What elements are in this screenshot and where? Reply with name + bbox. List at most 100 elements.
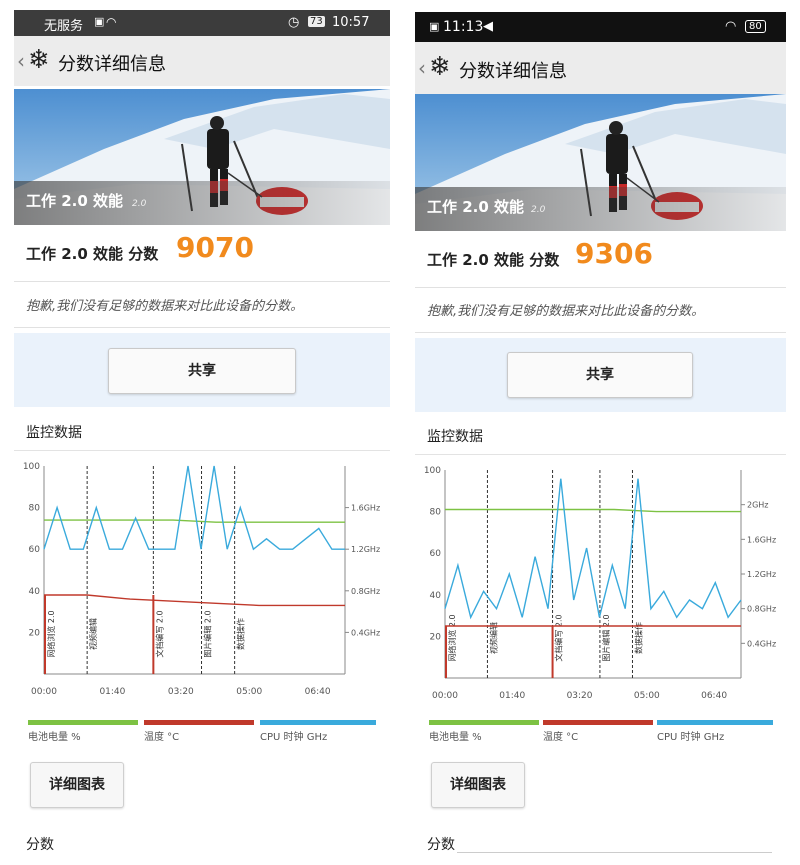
carrier-text: 无服务: [44, 19, 84, 34]
score-value: 9306: [575, 237, 653, 270]
y-left-tick-label: 40: [430, 591, 442, 601]
temperature-series-line: [44, 594, 345, 607]
snowflake-icon: ❄: [28, 45, 50, 75]
y-right-tick-label: 1.6GHz: [351, 504, 380, 513]
y-right-tick-label: 0.8GHz: [351, 587, 380, 596]
y-left-tick-label: 60: [29, 545, 41, 555]
cpu-series-line: [43, 465, 345, 551]
score-row: 工作 2.0 效能 分数 9070: [14, 225, 390, 282]
y-left-tick-label: 80: [430, 508, 442, 518]
legend-temp: 温度 °C: [543, 732, 579, 743]
y-left-tick-label: 20: [29, 628, 41, 638]
clock: 11:13: [443, 19, 484, 35]
score-row: 工作 2.0 效能 分数 9306: [415, 231, 786, 288]
y-left-tick-label: 100: [23, 462, 40, 472]
wifi-icon: ◠: [106, 15, 117, 29]
cpu-series-line: [444, 478, 742, 620]
monitor-chart: 100 80 60 40 20 2GHz 1.6GHz 1.2GHz 0.8GHz 0.4GHz 0…: [424, 466, 776, 701]
notice-text: 抱歉,我们没有足够的数据来对比此设备的分数。: [26, 299, 304, 314]
y-left-tick-label: 100: [424, 466, 441, 476]
comparison-notice: 抱歉,我们没有足够的数据来对比此设备的分数。: [415, 288, 786, 333]
x-tick-label: 01:40: [99, 687, 125, 697]
segment-label: 视频编辑: [488, 622, 498, 654]
notice-text: 抱歉,我们没有足够的数据来对比此设备的分数。: [427, 304, 705, 319]
hero-overlay-title: 工作 2.0 效能: [427, 198, 525, 216]
monitor-chart: 100 80 60 40 20 1.6GHz 1.2GHz 0.8GHz 0.4GHz 00:00…: [23, 462, 380, 697]
legend-battery-swatch: [28, 720, 138, 725]
x-tick-label: 01:40: [499, 691, 525, 701]
x-tick-label: 06:40: [305, 687, 331, 697]
mute-icon: ◀: [483, 19, 493, 34]
y-right-tick-label: 0.4GHz: [351, 628, 380, 637]
y-right-tick-label: 2GHz: [747, 501, 769, 510]
y-right-tick-label: 0.8GHz: [747, 605, 776, 614]
x-tick-label: 03:20: [567, 691, 593, 701]
legend-temp-swatch: [144, 720, 254, 725]
legend-cpu: CPU 时钟 GHz: [260, 732, 328, 743]
y-left-tick-label: 20: [430, 632, 442, 642]
battery-series-line: [445, 508, 741, 513]
y-left-tick-label: 80: [29, 504, 41, 514]
share-button[interactable]: 共享: [108, 348, 296, 394]
chart-legend: 电池电量 % 温度 °C CPU 时钟 GHz: [415, 720, 786, 750]
phone-left: 无服务 ▣ ◠ ◷ 73 10:57 ‹ ❄ 分数详细信息 工作 2.0 效能 …: [14, 0, 390, 865]
x-tick-label: 05:00: [634, 691, 660, 701]
segment-label: 文档编写 2.0: [554, 614, 564, 661]
app-bar: ‹ ❄ 分数详细信息: [14, 36, 390, 86]
y-left-tick-label: 40: [29, 587, 41, 597]
sim-icon: ▣: [94, 15, 105, 28]
hero-banner: 工作 2.0 效能 2.0: [14, 89, 390, 225]
monitor-header: 监控数据: [415, 412, 786, 455]
y-right-tick-label: 1.2GHz: [351, 545, 380, 554]
legend-cpu-swatch: [260, 720, 376, 725]
y-right-tick-label: 1.2GHz: [747, 570, 776, 579]
clock: 10:57: [332, 15, 370, 30]
monitor-title: 监控数据: [26, 425, 82, 441]
score-label: 工作 2.0 效能 分数: [427, 251, 560, 269]
legend-cpu: CPU 时钟 GHz: [657, 732, 725, 743]
x-tick-label: 06:40: [701, 691, 727, 701]
segment-label: 网络浏览 2.0: [46, 610, 56, 657]
legend-cpu-swatch: [657, 720, 773, 725]
y-left-tick-label: 60: [430, 549, 442, 559]
share-button[interactable]: 共享: [507, 352, 693, 398]
bottom-score-label: 分数: [427, 837, 455, 853]
snowflake-icon: ❄: [429, 52, 451, 82]
y-right-tick-label: 1.6GHz: [747, 535, 776, 544]
bottom-divider: [457, 852, 772, 853]
legend-temp-swatch: [543, 720, 653, 725]
score-label: 工作 2.0 效能 分数: [26, 245, 159, 263]
hero-overlay-version: 2.0: [132, 199, 147, 209]
detail-chart-button[interactable]: 详细图表: [431, 762, 525, 808]
speed-icon: ◷: [288, 15, 300, 30]
segment-label: 文档编写 2.0: [154, 610, 164, 657]
x-tick-label: 00:00: [31, 687, 57, 697]
x-tick-label: 03:20: [168, 687, 194, 697]
legend-battery: 电池电量 %: [28, 732, 81, 743]
segment-label: 视频编辑: [88, 618, 98, 650]
legend-battery: 电池电量 %: [429, 732, 482, 743]
page-title: 分数详细信息: [58, 54, 166, 75]
hero-overlay-version: 2.0: [531, 205, 546, 215]
detail-chart-button[interactable]: 详细图表: [30, 762, 124, 808]
status-bar: ▣ 11:13 ◀ ◠ 80: [415, 12, 786, 42]
hero-banner: 工作 2.0 效能 2.0: [415, 94, 786, 231]
monitor-title: 监控数据: [427, 429, 483, 445]
segment-label: 网络浏览 2.0: [447, 614, 457, 661]
page-title: 分数详细信息: [459, 61, 567, 82]
back-chevron-icon[interactable]: ‹: [418, 56, 426, 80]
back-chevron-icon[interactable]: ‹: [17, 49, 25, 73]
monitor-header: 监控数据: [14, 408, 390, 451]
x-tick-label: 05:00: [236, 687, 262, 697]
hero-overlay-title: 工作 2.0 效能: [26, 192, 124, 210]
share-section: 共享: [415, 338, 786, 412]
sim-icon: ▣: [429, 20, 440, 33]
segment-label: 数据操作: [633, 622, 643, 654]
segment-label: 图片编辑 2.0: [601, 614, 611, 661]
app-bar: ‹ ❄ 分数详细信息: [415, 42, 786, 94]
share-section: 共享: [14, 333, 390, 407]
wifi-icon: ◠: [725, 19, 737, 34]
status-bar: 无服务 ▣ ◠ ◷ 73 10:57: [14, 10, 390, 36]
battery-series-line: [44, 519, 345, 523]
battery-level: 73: [308, 16, 325, 27]
